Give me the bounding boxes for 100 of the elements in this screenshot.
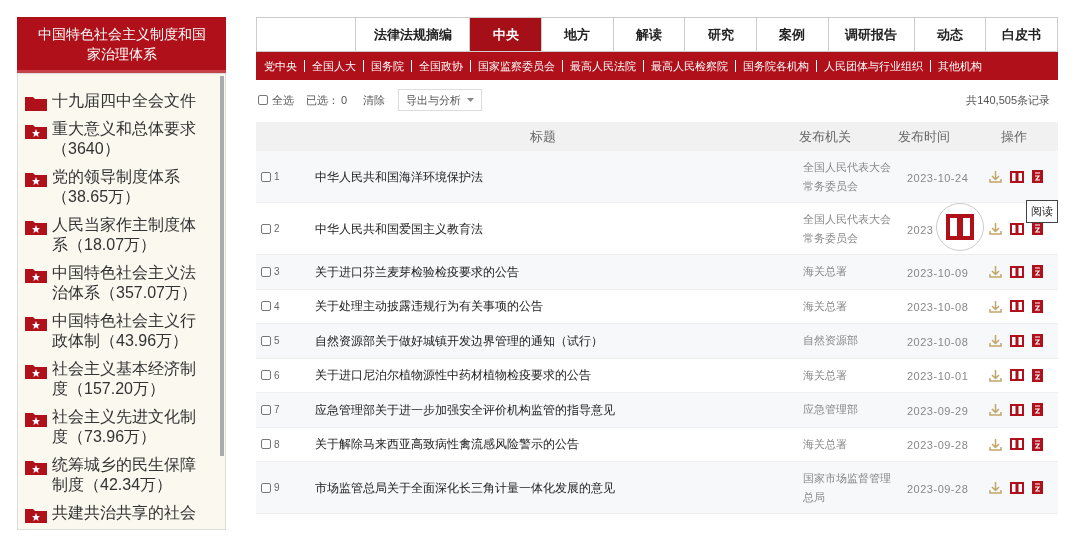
book-icon[interactable] xyxy=(1010,369,1024,382)
book-icon[interactable] xyxy=(1010,300,1024,313)
star-folder-icon xyxy=(25,315,47,331)
sidebar-item[interactable]: 重大意义和总体要求（3640） xyxy=(52,119,207,159)
book-icon[interactable] xyxy=(1010,438,1024,451)
sidebar-item[interactable]: 社会主义先进文化制度（73.96万） xyxy=(52,407,207,447)
table-cell-text: 应急管理部 xyxy=(803,402,859,418)
sidebar-item[interactable]: 统筹城乡的民生保障制度（42.34万） xyxy=(52,455,207,495)
document-title-link[interactable]: 关于处理主动披露违规行为有关事项的公告 xyxy=(315,297,803,316)
sidebar-item[interactable]: 中国特色社会主义法治体系（357.07万） xyxy=(52,263,207,303)
book-icon xyxy=(946,214,974,240)
sidebar-item[interactable]: 党的领导制度体系（38.65万） xyxy=(52,167,207,207)
row-number: 1 xyxy=(274,170,280,184)
sidebar-item[interactable]: 十九届四中全会文件 xyxy=(52,91,207,111)
select-all-label[interactable]: 全选 xyxy=(272,91,294,109)
document-title-link[interactable]: 自然资源部关于做好城镇开发边界管理的通知（试行） xyxy=(315,331,803,350)
table-cell: 2023-10-08 xyxy=(907,335,969,348)
pdf-icon[interactable] xyxy=(1032,368,1043,382)
row-number: 3 xyxy=(274,265,280,280)
pdf-icon[interactable] xyxy=(1032,334,1043,348)
subnav-link[interactable]: 党中央 xyxy=(264,57,297,75)
row-number: 9 xyxy=(274,481,280,495)
table-cell-text: 国家市场监督管理总局 xyxy=(803,470,892,505)
document-title-link[interactable]: 应急管理部关于进一步加强安全评价机构监管的指导意见 xyxy=(315,400,803,419)
download-icon[interactable] xyxy=(989,368,1002,382)
table-cell: 2023-09-28 xyxy=(907,482,969,495)
book-icon[interactable] xyxy=(1010,265,1024,278)
document-title-link[interactable]: 市场监管总局关于全面深化长三角计量一体化发展的意见 xyxy=(315,478,803,497)
subnav-link[interactable]: 最高人民法院 xyxy=(570,57,636,75)
checkbox[interactable] xyxy=(261,370,271,381)
checkbox[interactable] xyxy=(261,266,271,277)
download-icon[interactable] xyxy=(989,437,1002,451)
subnav-link[interactable]: 国务院 xyxy=(371,57,404,75)
table-cell-text: 海关总署 xyxy=(803,264,848,280)
table-cell-text: 全国人民代表大会常务委员会 xyxy=(803,211,892,246)
table-cell-text: 海关总署 xyxy=(803,298,848,314)
pdf-icon[interactable] xyxy=(1032,299,1043,313)
checkbox[interactable] xyxy=(261,439,271,450)
checkbox[interactable] xyxy=(261,301,271,312)
document-title-link[interactable]: 关于进口尼泊尔植物源性中药材植物检疫要求的公告 xyxy=(315,366,803,385)
tab[interactable]: 中央 xyxy=(470,18,542,51)
column-header: 操作 xyxy=(999,127,1028,146)
row-number: 4 xyxy=(274,299,280,314)
checkbox[interactable] xyxy=(261,335,271,346)
document-title-link[interactable]: 中华人民共和国爱国主义教育法 xyxy=(315,219,803,238)
folder-icon xyxy=(25,95,47,111)
clear-link[interactable]: 清除 xyxy=(363,91,386,109)
caret-icon xyxy=(467,98,475,102)
book-icon[interactable] xyxy=(1010,481,1024,494)
row-number: 7 xyxy=(274,403,280,418)
checkbox[interactable] xyxy=(261,404,271,415)
sidebar-item[interactable]: 中国特色社会主义行政体制（43.96万） xyxy=(52,311,207,351)
export-dropdown[interactable]: 导出与分析 xyxy=(398,89,483,111)
pdf-icon[interactable] xyxy=(1032,265,1043,279)
selected-label: 已选： xyxy=(306,92,339,108)
selected-count: 0 xyxy=(341,92,348,108)
table-cell-text: 自然资源部 xyxy=(803,333,859,349)
pdf-icon[interactable] xyxy=(1032,437,1043,451)
subnav-link[interactable]: 人民团体与行业组织 xyxy=(824,57,923,75)
subnav-link[interactable]: 全国政协 xyxy=(419,57,463,75)
download-icon[interactable] xyxy=(989,299,1002,313)
book-icon[interactable] xyxy=(1010,403,1024,416)
document-title-link[interactable]: 关于解除马来西亚高致病性禽流感风险警示的公告 xyxy=(315,435,803,454)
download-icon[interactable] xyxy=(989,222,1002,235)
pdf-icon[interactable] xyxy=(1032,403,1043,417)
sidebar-item[interactable]: 人民当家作主制度体系（18.07万） xyxy=(52,215,207,255)
pdf-icon[interactable] xyxy=(1032,170,1043,183)
book-icon[interactable] xyxy=(1010,222,1024,235)
document-title-link[interactable]: 关于进口芬兰麦芽检验检疫要求的公告 xyxy=(315,262,803,281)
table-cell-text: 海关总署 xyxy=(803,436,848,452)
sidebar-item[interactable]: 社会主义基本经济制度（157.20万） xyxy=(52,359,207,399)
star-folder-icon xyxy=(25,267,47,283)
book-icon[interactable] xyxy=(1010,170,1024,183)
tooltip: 阅读 xyxy=(1026,200,1058,223)
document-title-link[interactable]: 中华人民共和国海洋环境保护法 xyxy=(315,167,803,186)
table-cell: 2023-09-29 xyxy=(907,404,969,417)
checkbox[interactable] xyxy=(261,171,271,182)
subnav-link[interactable]: 国家监察委员会 xyxy=(478,57,555,75)
table-cell: 2023 xyxy=(907,223,934,236)
checkbox[interactable] xyxy=(261,482,271,493)
checkbox[interactable] xyxy=(258,95,268,105)
subnav-link[interactable]: 国务院各机构 xyxy=(743,57,809,75)
column-header: 发布时间 xyxy=(897,127,951,146)
pdf-icon[interactable] xyxy=(1032,222,1043,235)
sidebar-header: 中国特色社会主义制度和国家治理体系 xyxy=(17,17,226,73)
table-cell-text: 全国人民代表大会常务委员会 xyxy=(803,159,892,194)
book-icon[interactable] xyxy=(1010,334,1024,347)
subnav-link[interactable]: 最高人民检察院 xyxy=(651,57,728,75)
scrollbar[interactable] xyxy=(220,76,224,456)
star-folder-icon xyxy=(25,507,47,523)
subnav-link[interactable]: 其他机构 xyxy=(938,57,982,75)
table-cell-text: 海关总署 xyxy=(803,367,848,383)
subnav-link[interactable]: 全国人大 xyxy=(312,57,356,75)
checkbox[interactable] xyxy=(261,223,271,234)
sidebar-item[interactable]: 共建共治共享的社会 xyxy=(52,503,207,523)
pdf-icon[interactable] xyxy=(1032,481,1043,494)
star-folder-icon xyxy=(25,219,47,235)
row-number: 2 xyxy=(274,222,280,236)
star-folder-icon xyxy=(25,459,47,475)
table-cell: 2023-10-08 xyxy=(907,301,969,314)
